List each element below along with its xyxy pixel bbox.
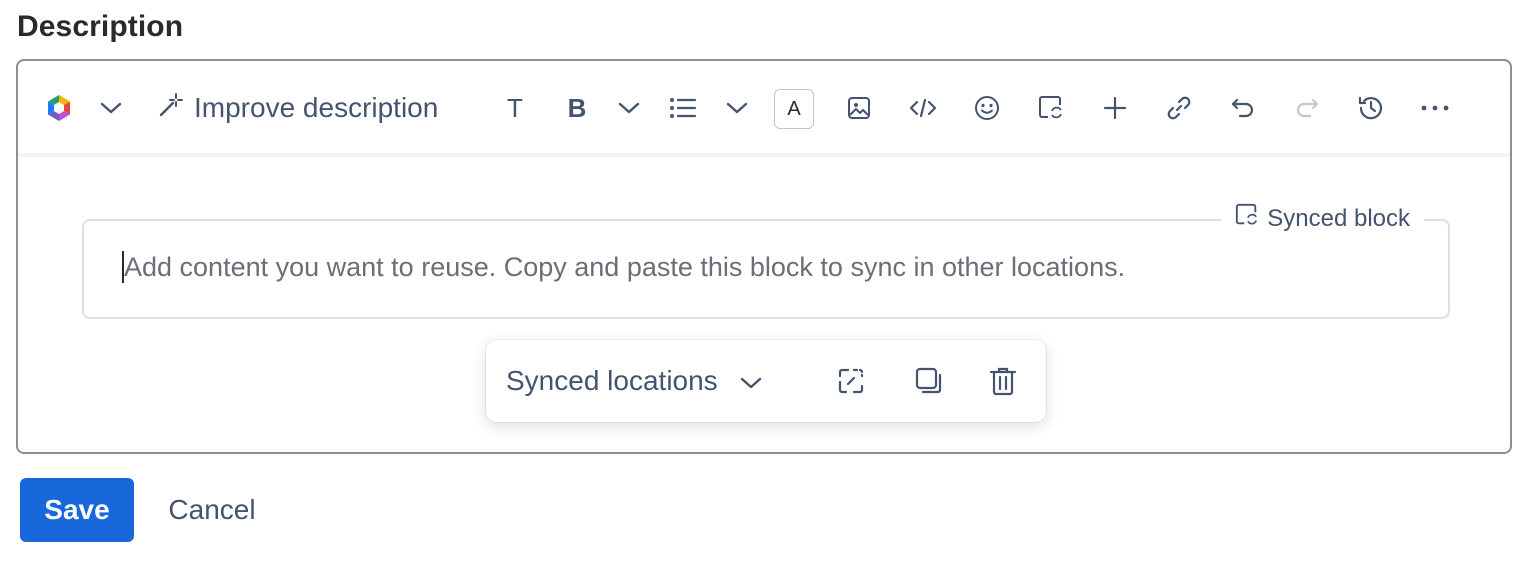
ai-logo-icon[interactable] [44, 87, 74, 129]
synced-block-icon[interactable] [1036, 87, 1066, 129]
text-style-icon[interactable]: T [500, 87, 530, 129]
delete-icon[interactable] [982, 360, 1024, 402]
undo-icon[interactable] [1228, 87, 1258, 129]
section-title: Description [17, 10, 184, 43]
copy-icon[interactable] [908, 360, 950, 402]
description-editor[interactable]: Improve description T B A Synced block A… [16, 59, 1512, 454]
plus-icon[interactable] [1100, 87, 1130, 129]
editor-toolbar: Improve description T B A [18, 61, 1510, 157]
synced-locations-label: Synced locations [506, 365, 718, 396]
synced-block-icon [1235, 203, 1259, 234]
synced-locations-dropdown[interactable]: Synced locations [506, 360, 762, 402]
history-icon[interactable] [1356, 87, 1386, 129]
magic-wand-icon [158, 92, 184, 125]
synced-block[interactable]: Synced block Add content you want to reu… [82, 203, 1450, 319]
chevron-down-icon [740, 365, 762, 397]
synced-block-input[interactable]: Add content you want to reuse. Copy and … [122, 251, 1125, 283]
bold-icon[interactable]: B [562, 87, 592, 129]
improve-description-label: Improve description [194, 92, 439, 123]
code-icon[interactable] [908, 87, 938, 129]
improve-description-button[interactable]: Improve description [158, 87, 438, 129]
more-icon[interactable] [1418, 87, 1452, 129]
synced-block-label: Synced block [1221, 203, 1424, 234]
save-button[interactable]: Save [20, 478, 134, 542]
synced-block-placeholder: Add content you want to reuse. Copy and … [124, 251, 1126, 282]
synced-block-floating-toolbar: Synced locations [486, 340, 1046, 422]
bullet-list-icon[interactable] [668, 87, 698, 129]
unsync-icon[interactable] [830, 360, 872, 402]
cancel-button[interactable]: Cancel [150, 478, 274, 542]
chevron-down-icon[interactable] [722, 87, 752, 129]
link-icon[interactable] [1164, 87, 1194, 129]
redo-icon [1292, 87, 1322, 129]
chevron-down-icon[interactable] [614, 87, 644, 129]
text-color-icon[interactable]: A [774, 89, 814, 129]
synced-block-title: Synced block [1267, 204, 1410, 232]
emoji-icon[interactable] [972, 87, 1002, 129]
chevron-down-icon[interactable] [96, 87, 126, 129]
image-icon[interactable] [844, 87, 874, 129]
